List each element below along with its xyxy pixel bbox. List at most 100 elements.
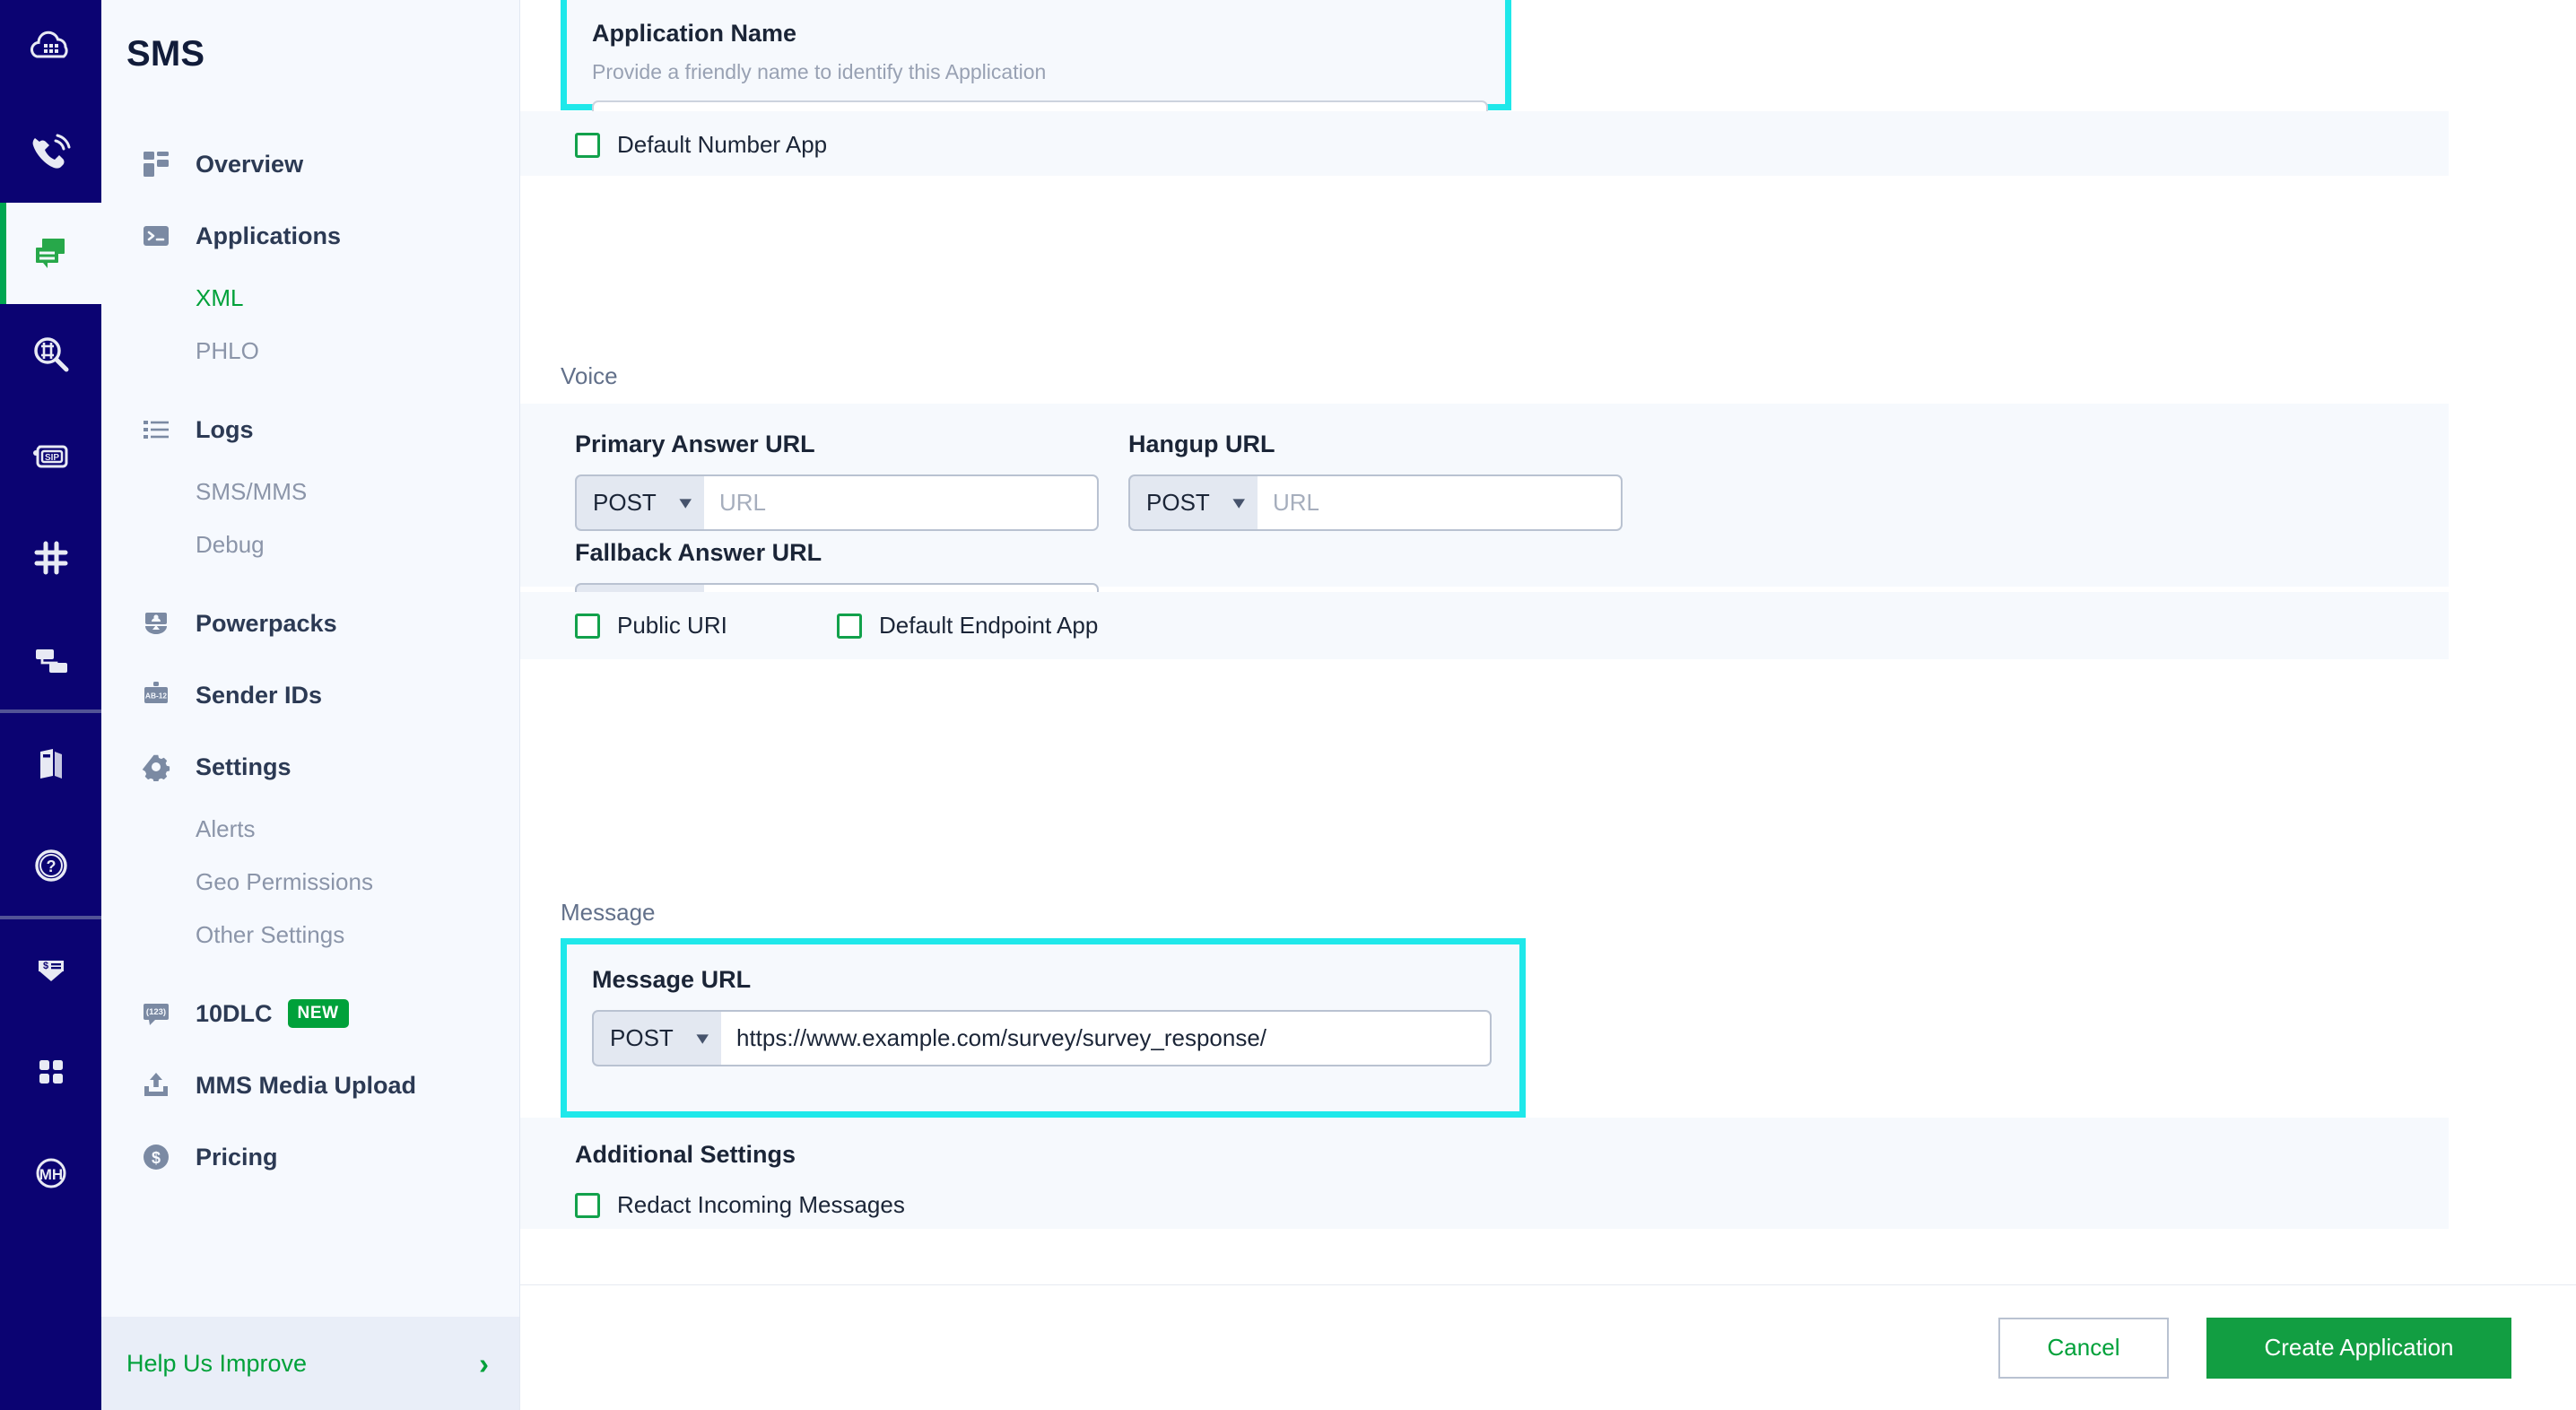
help-us-improve-button[interactable]: Help Us Improve › [101, 1317, 519, 1410]
primary-answer-url-label: Primary Answer URL [575, 431, 1099, 458]
question-help-icon: ? [28, 842, 74, 889]
default-number-app-checkbox[interactable] [575, 133, 600, 158]
hash-numbers-icon [28, 535, 74, 581]
message-url-method-value: POST [610, 1024, 674, 1052]
default-endpoint-app-checkbox[interactable] [837, 614, 862, 639]
rail-item-sip-trunking[interactable]: SIP [0, 405, 101, 507]
rail-item-voice[interactable] [0, 101, 101, 203]
rail-item-account[interactable]: MH [0, 1122, 101, 1223]
message-url-input[interactable]: https://www.example.com/survey/survey_re… [721, 1010, 1492, 1066]
phone-waves-icon [28, 129, 74, 176]
sidebar-item-label: Sender IDs [196, 682, 322, 709]
rail-item-numbers[interactable] [0, 507, 101, 608]
public-uri-checkbox[interactable] [575, 614, 600, 639]
svg-text:SIP: SIP [44, 453, 58, 463]
sidebar-subitem-label: SMS/MMS [196, 478, 307, 506]
sidebar-subitem-other-settings[interactable]: Other Settings [101, 909, 519, 962]
fallback-answer-url-label: Fallback Answer URL [575, 539, 1044, 567]
gear-icon [141, 752, 171, 782]
rail-item-billing[interactable]: $ [0, 919, 101, 1021]
sip-trunk-icon: SIP [28, 433, 74, 480]
chevron-down-icon: ▾ [1233, 492, 1246, 514]
default-endpoint-app-row[interactable]: Default Endpoint App [837, 612, 1098, 640]
rail-item-phlo[interactable] [0, 608, 101, 709]
default-number-app-card: Default Number App [520, 111, 2449, 176]
sidebar-subitem-alerts[interactable]: Alerts [101, 803, 519, 856]
hangup-url-input[interactable]: URL [1258, 474, 1623, 531]
hangup-method-value: POST [1146, 489, 1210, 517]
sidebar-subitem-geo-permissions[interactable]: Geo Permissions [101, 856, 519, 909]
sidebar-item-powerpacks[interactable]: Powerpacks [101, 588, 519, 659]
list-lines-icon [141, 414, 171, 445]
book-docs-icon [28, 741, 74, 788]
status-badge-new: NEW [288, 999, 349, 1028]
chevron-down-icon: ▾ [680, 492, 692, 514]
sidebar-item-label: MMS Media Upload [196, 1072, 416, 1100]
upload-icon [141, 1070, 171, 1101]
rail-item-docs[interactable] [0, 713, 101, 814]
application-name-label: Application Name [592, 20, 1480, 48]
message-url-method-select[interactable]: POST ▾ [592, 1010, 721, 1066]
sidebar-subitem-debug[interactable]: Debug [101, 518, 519, 571]
voice-urls-card: Primary Answer URL POST ▾ URL Hangup URL [520, 404, 2449, 587]
voice-section-header: Voice [561, 362, 618, 390]
sidebar-subitem-xml[interactable]: XML [101, 272, 519, 325]
primary-answer-url-input[interactable]: URL [704, 474, 1099, 531]
sidebar-subitem-label: Debug [196, 531, 265, 559]
primary-answer-url-group: Primary Answer URL POST ▾ URL [575, 431, 1099, 531]
sidebar-item-logs[interactable]: Logs [101, 394, 519, 466]
hangup-url-placeholder: URL [1273, 489, 1319, 517]
redact-incoming-row[interactable]: Redact Incoming Messages [575, 1191, 2449, 1219]
hangup-url-group: Hangup URL POST ▾ URL [1099, 431, 1623, 531]
primary-answer-method-select[interactable]: POST ▾ [575, 474, 704, 531]
message-section-header: Message [561, 899, 656, 927]
application-form-main: Application Name Provide a friendly name… [520, 0, 2576, 1410]
default-endpoint-app-label: Default Endpoint App [879, 612, 1098, 640]
help-us-improve-label: Help Us Improve [126, 1350, 307, 1378]
apps-grid-icon [28, 1049, 74, 1095]
svg-text:$: $ [152, 1149, 161, 1167]
chat-bubbles-icon [29, 231, 74, 276]
redact-incoming-checkbox[interactable] [575, 1193, 600, 1218]
application-name-highlight: Application Name Provide a friendly name… [561, 0, 1511, 110]
sidebar-title: SMS [101, 0, 519, 74]
primary-answer-url-row: POST ▾ URL [575, 474, 1099, 531]
sidebar-subitem-sms-mms[interactable]: SMS/MMS [101, 466, 519, 518]
hangup-method-select[interactable]: POST ▾ [1128, 474, 1258, 531]
sidebar-subitem-label: Alerts [196, 815, 255, 843]
public-uri-label: Public URI [617, 612, 727, 640]
rail-item-help[interactable]: ? [0, 814, 101, 916]
sidebar-subitem-label: XML [196, 284, 243, 312]
hangup-url-row: POST ▾ URL [1128, 474, 1623, 531]
message-url-row: POST ▾ https://www.example.com/survey/su… [592, 1010, 1492, 1066]
rail-item-sms[interactable] [0, 203, 101, 304]
sidebar-item-mms-media-upload[interactable]: MMS Media Upload [101, 1049, 519, 1121]
cancel-button[interactable]: Cancel [1998, 1318, 2169, 1379]
create-application-button[interactable]: Create Application [2206, 1318, 2511, 1379]
cloud-keypad-icon [28, 28, 74, 74]
message-url-highlight: Message URL POST ▾ https://www.example.c… [561, 938, 1526, 1118]
rail-item-apps[interactable] [0, 1021, 101, 1122]
sidebar-item-sender-ids[interactable]: AB-12 Sender IDs [101, 659, 519, 731]
rail-item-lookup[interactable] [0, 304, 101, 405]
svg-text:AB-12: AB-12 [145, 692, 168, 701]
message-url-label: Message URL [592, 966, 1519, 994]
sidebar-item-label: Settings [196, 753, 292, 781]
default-number-app-row[interactable]: Default Number App [520, 111, 2449, 159]
form-action-bar: Cancel Create Application [520, 1284, 2576, 1410]
sidebar-subitem-label: Other Settings [196, 921, 344, 949]
sidebar-item-settings[interactable]: Settings [101, 731, 519, 803]
sidebar-item-label: Overview [196, 151, 303, 178]
sidebar-item-pricing[interactable]: $ Pricing [101, 1121, 519, 1193]
sidebar-item-overview[interactable]: Overview [101, 128, 519, 200]
sidebar-subitem-label: Geo Permissions [196, 868, 373, 896]
powerpack-icon [141, 608, 171, 639]
sidebar-item-10dlc[interactable]: (123) 10DLC NEW [101, 978, 519, 1049]
lookup-magnifier-icon [28, 332, 74, 379]
public-uri-row[interactable]: Public URI [575, 612, 837, 640]
sidebar-item-label: 10DLC [196, 1000, 273, 1028]
sidebar-item-applications[interactable]: Applications [101, 200, 519, 272]
rail-item-cloud-phone[interactable] [0, 0, 101, 101]
sidebar-subitem-phlo[interactable]: PHLO [101, 325, 519, 378]
sms-sidebar: SMS Overview [101, 0, 520, 1410]
